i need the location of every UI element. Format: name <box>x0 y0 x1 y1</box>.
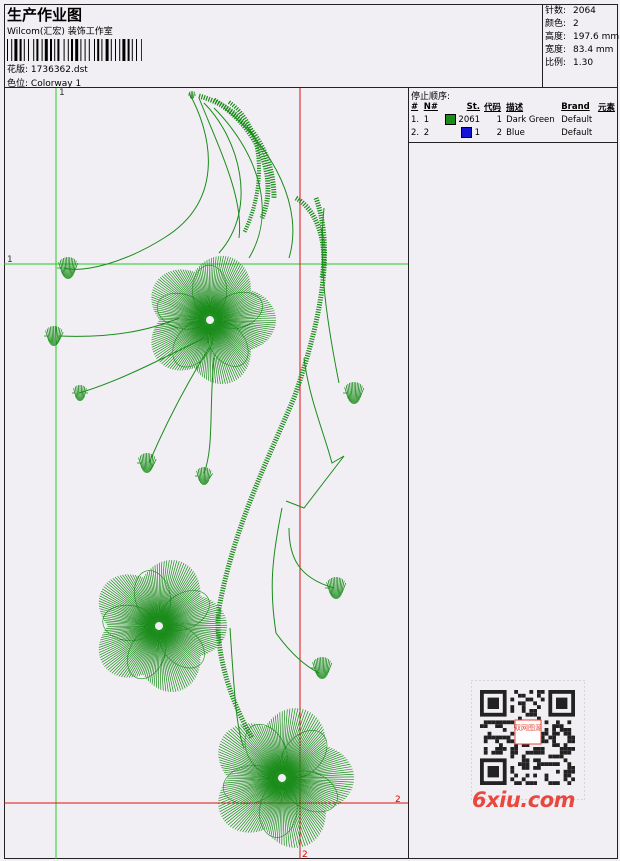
table-row[interactable]: 2. 2 1 2 Blue Default <box>409 126 618 139</box>
qr-caption: 双网图源 <box>514 723 542 732</box>
flower <box>98 559 227 693</box>
design-file-line: 花版: 1736362.dst <box>7 62 88 75</box>
bud <box>195 467 213 485</box>
stat-height: 高度: 197.6 mm <box>545 32 620 42</box>
stat-width: 宽度: 83.4 mm <box>545 45 614 55</box>
stop-sequence-panel: 停止顺序: # N# St. 代码 描述 Brand 元素 1. 1 2061 <box>409 88 618 859</box>
stat-scale: 比例: 1.30 <box>545 58 594 68</box>
table-row[interactable]: 1. 1 2061 1 Dark Green Default <box>409 113 618 126</box>
col-element: 元素 <box>597 102 615 113</box>
guide-label-h1: 1 <box>7 255 13 265</box>
embroidery-preview: 1 1 2 2 <box>4 88 408 859</box>
bud <box>325 577 347 599</box>
stop-sequence-table-wrap: 停止顺序: # N# St. 代码 描述 Brand 元素 1. 1 2061 <box>409 88 618 143</box>
flower <box>151 255 276 385</box>
bud <box>44 326 64 346</box>
bud <box>137 453 157 473</box>
bud-clusters <box>44 91 365 679</box>
worksheet-header: 生产作业图 Wilcom(汇宏) 装饰工作室 花版: 1736362.dst 色… <box>4 4 620 89</box>
flower-clusters <box>98 255 354 848</box>
col-stitches: St. <box>466 101 481 112</box>
color-swatch <box>460 127 472 138</box>
design-label: 花版: <box>7 65 29 75</box>
bud <box>311 657 333 679</box>
guide-label-h2: 2 <box>395 795 401 805</box>
col-description: 描述 <box>506 102 524 113</box>
stop-sequence-header-row: # N# St. 代码 描述 Brand 元素 <box>409 100 618 113</box>
page-title: 生产作业图 <box>7 6 83 24</box>
bud <box>72 385 88 401</box>
qr-code-icon: 双网图源 <box>471 680 585 800</box>
bud <box>343 382 365 404</box>
design-file-value: 1736362.dst <box>30 65 88 75</box>
stat-stitches: 针数: 2064 <box>545 6 596 16</box>
bud <box>57 257 79 279</box>
design-stats: 针数: 2064 颜色: 2 高度: 197.6 mm 宽度: 83.4 mm 比例: 1… <box>542 4 620 88</box>
col-needle: N# <box>423 101 438 112</box>
stat-colors: 颜色: 2 <box>545 19 579 29</box>
col-index: # <box>411 101 419 112</box>
design-canvas[interactable]: 1 1 2 2 <box>4 88 409 859</box>
col-brand: Brand <box>561 101 590 112</box>
col-code: 代码 <box>484 102 502 113</box>
color-swatch <box>444 114 456 125</box>
guide-label-v1: 1 <box>59 88 65 98</box>
guide-label-v2: 2 <box>302 850 308 859</box>
barcode-icon <box>7 39 142 61</box>
watermark-brand: 6xiu.com <box>472 788 576 812</box>
studio-subtitle: Wilcom(汇宏) 装饰工作室 <box>7 27 113 37</box>
stop-sequence-table: # N# St. 代码 描述 Brand 元素 1. 1 2061 1 Dark… <box>409 100 618 139</box>
